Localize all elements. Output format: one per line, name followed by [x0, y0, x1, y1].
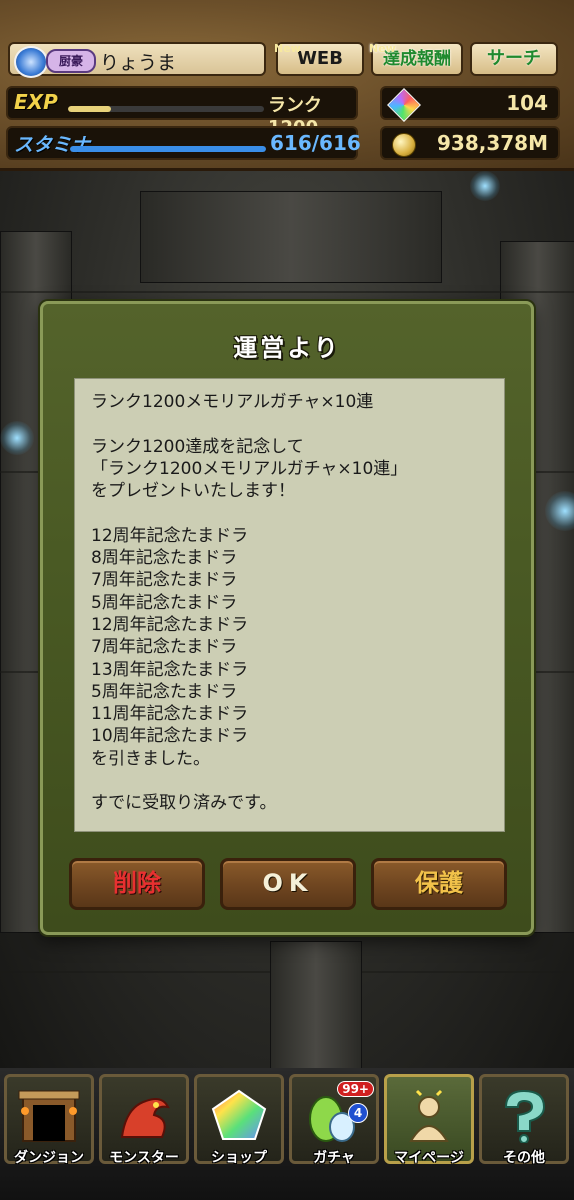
player-name: りょうま	[100, 52, 177, 74]
nav-monster[interactable]: モンスター	[99, 1074, 189, 1166]
stamina-label: スタミナ	[14, 134, 91, 156]
status-header: 厨豪 りょうま New WEB New 達成報酬 サーチ EXP ランク1200…	[0, 0, 574, 171]
stamina-value: 616/616	[270, 131, 361, 155]
web-button[interactable]: New WEB	[274, 42, 364, 76]
ok-button-label: OK	[262, 869, 314, 897]
search-button[interactable]: サーチ	[470, 42, 558, 76]
message-line: 「ランク1200メモリアルガチャ×10連」	[91, 458, 408, 479]
emblem-icon	[14, 46, 48, 78]
message-line: 10周年記念たまドラ	[91, 726, 249, 747]
bottom-nav: ダンジョン モンスター ショップ 99+ 4 ガチャ マイページ その他	[0, 1068, 574, 1200]
nav-label: マイページ	[394, 1150, 464, 1166]
ok-button[interactable]: OK	[220, 858, 356, 910]
coin-icon	[392, 133, 416, 157]
player-icon	[409, 1089, 449, 1142]
web-button-label: WEB	[297, 48, 343, 69]
exp-bar	[68, 106, 264, 112]
rainbow-gem-icon	[211, 1089, 267, 1140]
message-line: をプレゼントいたします！	[91, 481, 295, 502]
magic-stone-icon	[387, 88, 421, 122]
dialog-title: 運営より	[233, 334, 341, 362]
message-line: ランク1200達成を記念して	[91, 436, 304, 457]
protect-button-label: 保護	[415, 869, 463, 897]
gacha-badge: 99+	[337, 1081, 374, 1097]
nav-other[interactable]: その他	[479, 1074, 569, 1166]
stone-block	[270, 941, 362, 1073]
message-line: を引きました。	[91, 748, 210, 769]
message-line	[91, 770, 488, 792]
title-badge: 厨豪	[46, 49, 96, 73]
message-line: 5周年記念たまドラ	[91, 592, 238, 613]
message-line	[91, 413, 488, 435]
message-line	[91, 502, 488, 524]
message-line: 5周年記念たまドラ	[91, 681, 238, 702]
message-line: 12周年記念たまドラ	[91, 614, 249, 635]
nav-mypage[interactable]: マイページ	[384, 1074, 474, 1166]
nav-label: ガチャ	[313, 1150, 355, 1166]
message-line: すでに受取り済みです。	[91, 793, 277, 814]
message-line: 7周年記念たまドラ	[91, 637, 238, 658]
glow-orb	[0, 421, 34, 455]
player-name-box[interactable]: 厨豪 りょうま	[8, 42, 266, 78]
nav-gacha[interactable]: 99+ 4 ガチャ	[289, 1074, 379, 1166]
protect-button[interactable]: 保護	[371, 858, 507, 910]
delete-button-label: 削除	[113, 869, 161, 897]
message-line: 13周年記念たまドラ	[91, 659, 249, 680]
message-dialog: 運営より ランク1200メモリアルガチャ×10連 ランク1200達成を記念して 「ラ…	[40, 301, 534, 935]
dungeon-gate-icon	[18, 1090, 80, 1142]
search-button-label: サーチ	[487, 48, 541, 69]
exp-bar-fill	[68, 106, 112, 112]
coin-panel: 938,378M	[380, 126, 560, 160]
nav-label: モンスター	[109, 1150, 179, 1166]
message-line: 11周年記念たまドラ	[91, 704, 249, 725]
coin-count: 938,378M	[437, 131, 548, 155]
nav-dungeon[interactable]: ダンジョン	[4, 1074, 94, 1166]
magic-stone-panel[interactable]: 104	[380, 86, 560, 122]
gacha-sub-badge: 4	[348, 1103, 368, 1123]
glow-orb	[470, 171, 500, 201]
new-tag: New	[274, 42, 301, 55]
exp-panel: EXP ランク1200	[6, 86, 358, 138]
message-line: 8周年記念たまドラ	[91, 548, 238, 569]
nav-shop[interactable]: ショップ	[194, 1074, 284, 1166]
exp-label: EXP	[14, 90, 58, 114]
stone-arch	[140, 191, 442, 283]
stamina-bar	[70, 146, 266, 152]
stamina-panel: スタミナ 616/616	[6, 126, 361, 160]
dialog-message-body: ランク1200メモリアルガチャ×10連 ランク1200達成を記念して 「ランク120…	[74, 378, 505, 832]
nav-label: ダンジョン	[14, 1150, 84, 1166]
message-line: 7周年記念たまドラ	[91, 570, 238, 591]
stone-seam	[0, 291, 574, 293]
new-tag: New	[369, 42, 396, 55]
nav-label: ショップ	[211, 1150, 267, 1166]
question-mark-icon	[504, 1089, 546, 1143]
message-line: 12周年記念たまドラ	[91, 525, 249, 546]
delete-button[interactable]: 削除	[69, 858, 205, 910]
nav-label: その他	[503, 1150, 545, 1166]
red-dragon-icon	[120, 1098, 170, 1138]
message-line: ランク1200メモリアルガチャ×10連	[91, 392, 374, 412]
stamina-bar-fill	[70, 146, 266, 152]
achievement-button[interactable]: New 達成報酬	[369, 42, 463, 76]
magic-stone-count: 104	[506, 91, 548, 115]
